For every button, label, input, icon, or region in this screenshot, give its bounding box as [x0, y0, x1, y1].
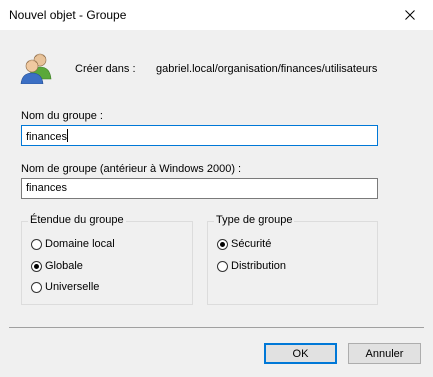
- group-name-value: finances: [26, 131, 67, 143]
- scope-option-globale[interactable]: Globale: [31, 260, 83, 272]
- footer-separator: [9, 327, 424, 328]
- radio-button[interactable]: [31, 238, 42, 250]
- group-name-input[interactable]: finances: [21, 125, 378, 146]
- cancel-button[interactable]: Annuler: [348, 343, 421, 364]
- scope-option-label: Globale: [45, 260, 83, 272]
- create-in-label: Créer dans :: [75, 63, 136, 75]
- title-bar: Nouvel objet - Groupe: [0, 0, 433, 30]
- close-icon: [405, 10, 415, 20]
- group-name-pre2000-label: Nom de groupe (antérieur à Windows 2000)…: [21, 163, 242, 175]
- group-name-label: Nom du groupe :: [21, 110, 103, 122]
- group-type-title: Type de groupe: [214, 214, 295, 226]
- ok-button[interactable]: OK: [264, 343, 337, 364]
- dialog-content: Créer dans : gabriel.local/organisation/…: [0, 30, 433, 377]
- scope-option-label: Domaine local: [45, 238, 115, 250]
- type-option-securite[interactable]: Sécurité: [217, 238, 271, 250]
- close-button[interactable]: [387, 0, 433, 30]
- radio-button[interactable]: [217, 238, 228, 250]
- group-scope-box: Étendue du groupe Domaine local Globale …: [21, 214, 193, 305]
- type-option-distribution[interactable]: Distribution: [217, 260, 286, 272]
- group-scope-title: Étendue du groupe: [28, 214, 126, 226]
- radio-button[interactable]: [31, 260, 42, 272]
- group-name-pre2000-value: finances: [26, 182, 67, 194]
- scope-option-label: Universelle: [45, 281, 100, 293]
- scope-option-universelle[interactable]: Universelle: [31, 281, 99, 293]
- scope-option-domaine-local[interactable]: Domaine local: [31, 238, 115, 250]
- group-type-box: Type de groupe Sécurité Distribution: [207, 214, 378, 305]
- radio-button[interactable]: [217, 260, 228, 272]
- radio-button[interactable]: [31, 281, 42, 293]
- group-users-icon: [20, 53, 52, 84]
- text-caret: [66, 129, 68, 142]
- window-title: Nouvel objet - Groupe: [9, 8, 127, 22]
- create-in-path: gabriel.local/organisation/finances/util…: [156, 63, 378, 75]
- type-option-label: Sécurité: [231, 238, 272, 250]
- group-name-pre2000-input[interactable]: finances: [21, 178, 378, 199]
- type-option-label: Distribution: [231, 260, 287, 272]
